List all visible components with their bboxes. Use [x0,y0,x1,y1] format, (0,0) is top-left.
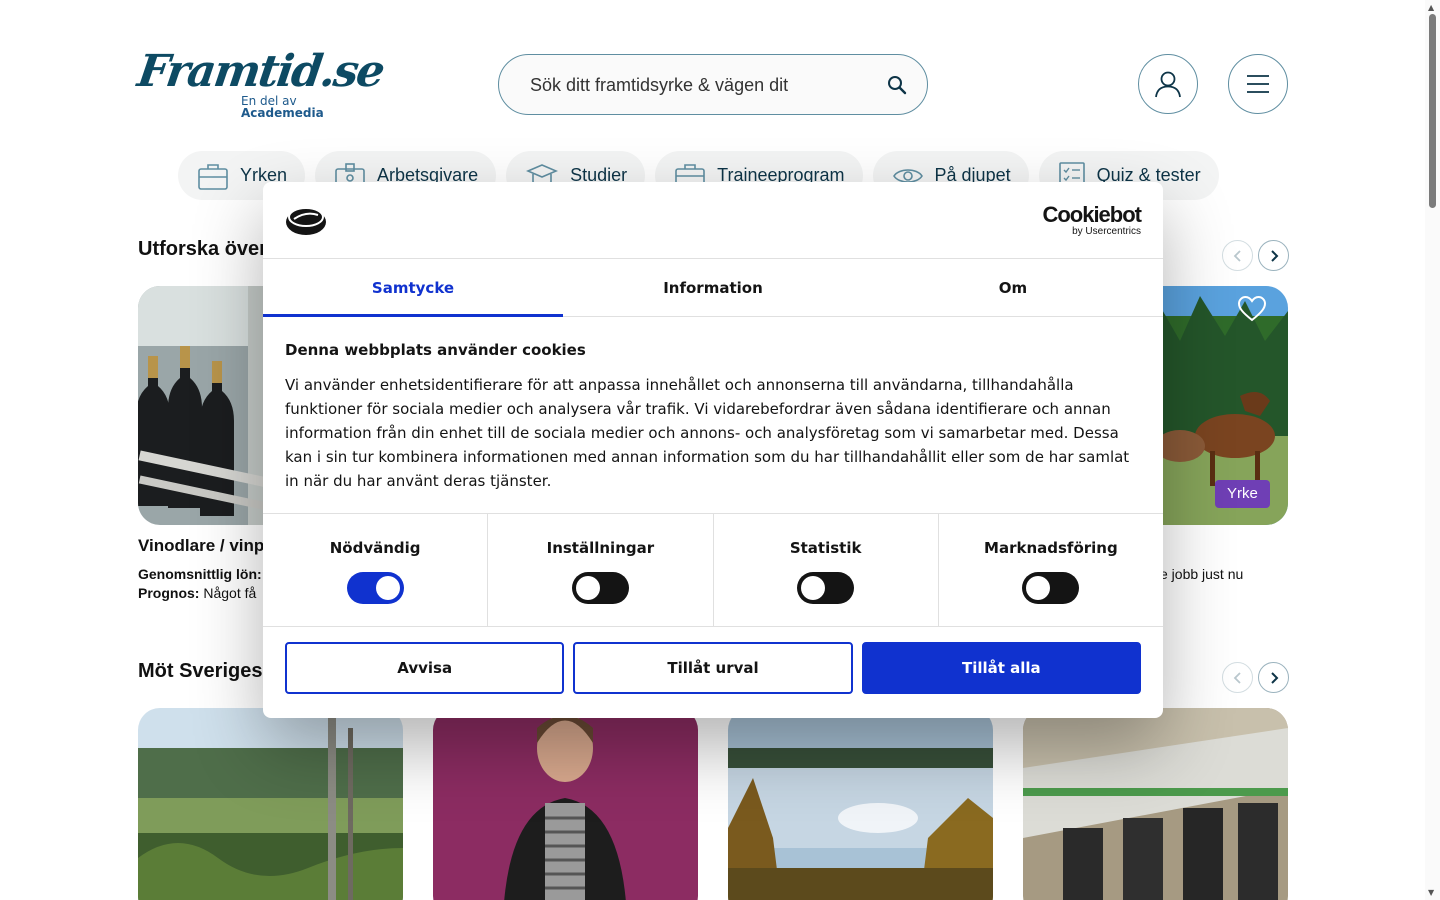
briefcase-icon [198,163,228,190]
search-icon [888,76,907,95]
user-icon [1155,71,1181,98]
card-image-person[interactable] [433,708,698,900]
toggle-knob [1026,576,1051,600]
card-image-lake[interactable] [728,708,993,900]
cookiebot-brand[interactable]: Cookiebot by Usercentrics [1042,202,1142,238]
cookiebot-logo-icon [285,204,327,240]
chevron-right-icon [1270,671,1278,684]
cookie-dialog-header: Cookiebot by Usercentrics [263,182,1163,259]
cookie-actions: Avvisa Tillåt urval Tillåt alla [263,627,1163,694]
cookie-consent-dialog: Cookiebot by Usercentrics Samtycke Infor… [263,182,1163,718]
chevron-left-icon [1233,249,1241,262]
logo-parent-brand: Academedia [241,106,324,120]
toggle-knob [801,576,826,600]
cookie-toggles: Nödvändig Inställningar Statistik Markna… [263,514,1163,627]
lake-landscape-image [728,708,993,900]
heart-icon [1237,295,1267,322]
search-button[interactable] [883,71,911,99]
cookie-body: Denna webbplats använder cookies Vi anvä… [263,317,1163,514]
toggle-label: Statistik [789,539,862,557]
allow-selection-button[interactable]: Tillåt urval [573,642,853,694]
chevron-left-icon [1233,671,1241,684]
toggle-knob [375,576,400,600]
prognosis-label: Prognos: [138,585,200,601]
carousel-next-button[interactable] [1258,662,1289,693]
preferences-toggle[interactable] [571,572,629,604]
necessary-toggle[interactable] [346,572,404,604]
toggle-group-marketing: Marknadsföring [939,514,1163,626]
cookie-tabs: Samtycke Information Om [263,259,1163,317]
site-logo[interactable]: Framtid.se En del av Academedia [134,44,386,120]
allow-all-button[interactable]: Tillåt alla [861,642,1141,694]
toggle-group-preferences: Inställningar [488,514,714,626]
tab-information[interactable]: Information [563,259,863,316]
logo-wordmark: Framtid.se [134,46,387,97]
toggle-label: Marknadsföring [984,539,1118,557]
card-image-machinery[interactable] [1023,708,1288,900]
tab-om[interactable]: Om [863,259,1163,316]
prognosis-value: Något få [203,585,257,601]
scrollbar-thumb[interactable] [1429,14,1436,208]
toggle-group-necessary: Nödvändig [263,514,489,626]
toggle-label: Nödvändig [329,539,421,557]
forest-landscape-image [138,708,403,900]
salary-label: Genomsnittlig lön: [138,566,262,582]
toggle-label: Inställningar [546,539,655,557]
carousel-next-button[interactable] [1258,240,1289,271]
scroll-up-arrow-icon[interactable]: ▲ [1428,3,1434,12]
card-salary: Genomsnittlig lön: [138,566,262,582]
search-bar [498,54,928,115]
card-image-forest[interactable] [138,708,403,900]
cookiebot-brand-name: Cookiebot [1042,202,1142,227]
statistics-toggle[interactable] [797,572,855,604]
carousel-prev-button[interactable] [1222,240,1253,271]
tab-samtycke[interactable]: Samtycke [263,259,563,317]
toggle-group-statistics: Statistik [714,514,939,626]
card-jobs-now: e jobb just nu [1160,566,1244,582]
menu-button[interactable] [1228,54,1288,114]
search-input[interactable] [530,72,870,98]
section-title-meet: Möt Sveriges [138,660,263,682]
carousel-prev-button[interactable] [1222,662,1253,693]
cookie-description: Vi använder enhetsidentifierare för att … [285,376,1130,490]
card-prognosis: Prognos: Något få [138,585,256,601]
section-title-explore: Utforska över [138,238,267,260]
cookiebot-brand-sub: by Usercentrics [1072,226,1141,237]
favorite-button[interactable] [1237,295,1267,326]
account-button[interactable] [1138,54,1198,114]
card-title[interactable]: Vinodlare / vinp [138,536,264,556]
toggle-knob [575,576,600,600]
marketing-toggle[interactable] [1022,572,1080,604]
machinery-image [1023,708,1288,900]
scroll-down-arrow-icon[interactable]: ▼ [1428,888,1434,897]
category-badge: Yrke [1215,480,1270,508]
chevron-right-icon [1270,249,1278,262]
reject-button[interactable]: Avvisa [285,642,565,694]
cookie-heading: Denna webbplats använder cookies [285,341,586,359]
person-portrait-image [433,708,698,900]
page-scrollbar[interactable]: ▲ ▼ [1425,0,1440,900]
hamburger-icon [1247,75,1269,93]
